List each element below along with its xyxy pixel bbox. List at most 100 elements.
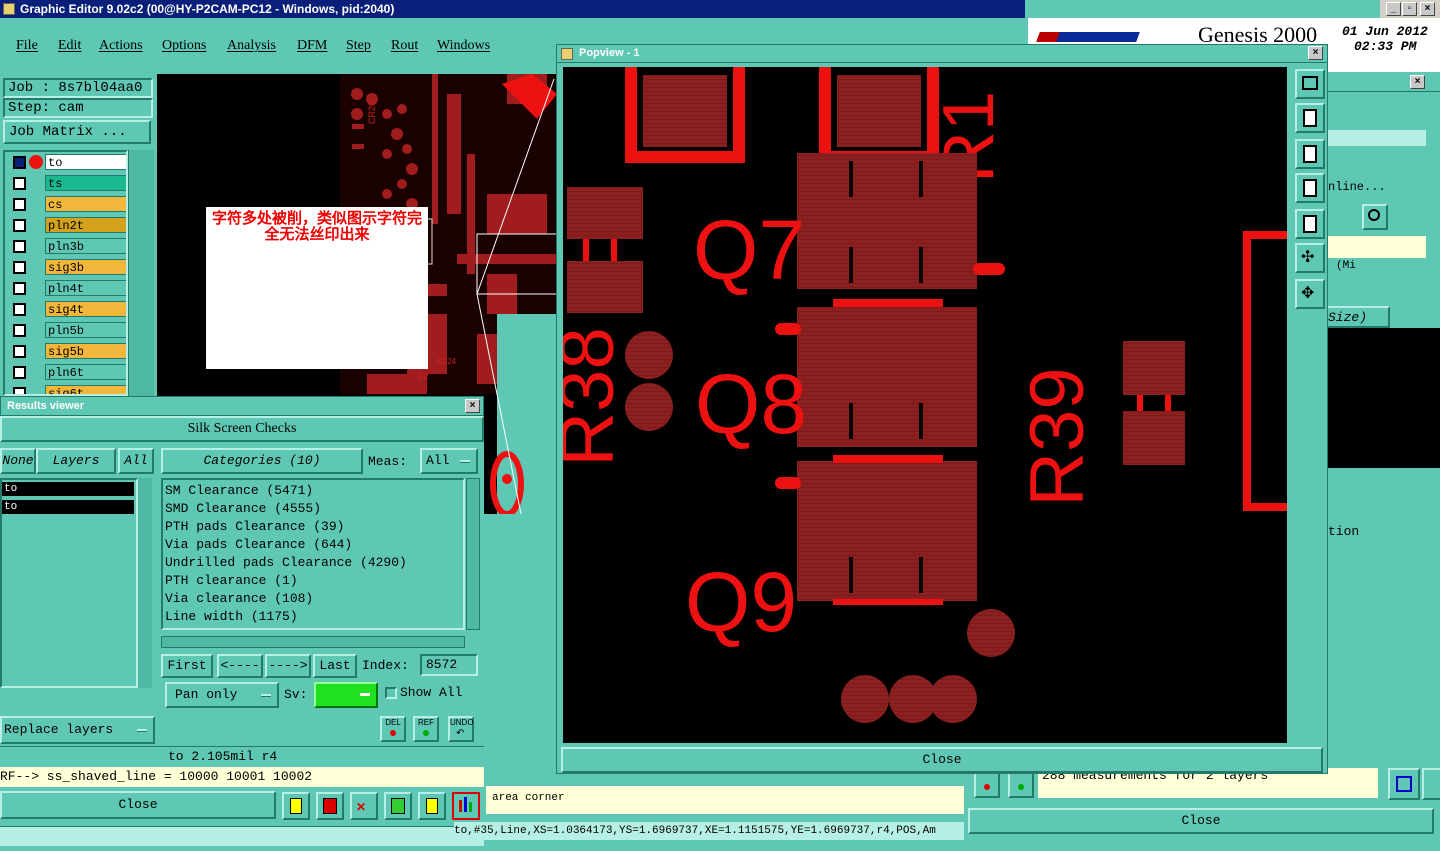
meas-tool-icon-2[interactable] xyxy=(1422,768,1440,800)
layer-checkbox[interactable] xyxy=(13,261,26,274)
tion-label: tion xyxy=(1328,524,1360,539)
layer-checkbox[interactable] xyxy=(13,219,26,232)
sv-color-select[interactable] xyxy=(314,682,378,708)
layer-row[interactable]: sig4t xyxy=(11,301,126,317)
layer-checkbox[interactable] xyxy=(13,366,26,379)
category-item[interactable]: Via clearance (108) xyxy=(165,590,461,608)
layer-checkbox[interactable] xyxy=(13,345,26,358)
menu-step[interactable]: Step xyxy=(346,38,371,54)
menu-analysis[interactable]: Analysis xyxy=(227,38,276,54)
menu-dfm[interactable]: DFM xyxy=(297,38,327,54)
layer-row[interactable]: pln6t xyxy=(11,364,126,380)
close-icon[interactable]: × xyxy=(1420,2,1435,16)
zoom-fit-icon[interactable] xyxy=(1295,69,1325,99)
last-button[interactable]: Last xyxy=(313,654,357,678)
meas-select[interactable]: All xyxy=(420,448,478,474)
meas-del-icon[interactable] xyxy=(974,772,1000,798)
undo-button[interactable]: UNDO ↶ xyxy=(448,716,474,742)
results-close-button[interactable]: Close xyxy=(0,791,276,819)
popview-close-icon[interactable]: × xyxy=(1308,46,1323,60)
category-item[interactable]: SMD Clearance (4555) xyxy=(165,500,461,518)
pan-mode-select[interactable]: Pan only xyxy=(165,682,279,708)
layer-row[interactable]: sig5b xyxy=(11,343,126,359)
layer-result-item[interactable]: to xyxy=(2,500,134,514)
zoom-in-icon[interactable]: ✣ xyxy=(1295,243,1325,273)
layer-row[interactable]: to xyxy=(11,154,126,170)
tool-ref-icon[interactable]: ✕ xyxy=(350,792,378,820)
menu-file[interactable]: File xyxy=(16,38,38,54)
first-button[interactable]: First xyxy=(161,654,213,678)
del-button[interactable]: DEL xyxy=(380,716,406,742)
layer-row[interactable]: ts xyxy=(11,175,126,191)
tool-compare-icon[interactable] xyxy=(384,792,412,820)
tool-report-icon[interactable] xyxy=(418,792,446,820)
tool-exit-icon[interactable] xyxy=(316,792,344,820)
zoom-icon[interactable] xyxy=(1362,204,1388,230)
layer-checkbox[interactable] xyxy=(13,156,26,169)
silk-q9: Q9 xyxy=(685,555,797,649)
layer-checkbox[interactable] xyxy=(13,303,26,316)
job-matrix-button[interactable]: Job Matrix ... xyxy=(3,120,151,144)
replace-layers-select[interactable]: Replace layers xyxy=(0,716,155,744)
menu-edit[interactable]: Edit xyxy=(58,38,81,54)
pan-right-icon[interactable] xyxy=(1295,209,1325,239)
layer-checkbox[interactable] xyxy=(13,198,26,211)
restore-icon[interactable]: ▫ xyxy=(1402,2,1417,16)
category-item[interactable]: SM Clearance (5471) xyxy=(165,482,461,500)
layer-checkbox[interactable] xyxy=(13,387,26,394)
popview-canvas[interactable]: R1 R38 Q7 Q8 Q9 R39 xyxy=(563,67,1287,743)
pan-up-icon[interactable] xyxy=(1295,103,1325,133)
zoom-out-icon[interactable]: ✥ xyxy=(1295,279,1325,309)
index-input[interactable]: 8572 xyxy=(420,654,478,676)
results-close-icon[interactable]: × xyxy=(465,399,480,413)
tool-chart-icon[interactable] xyxy=(452,792,480,820)
tool-bookmark-icon[interactable] xyxy=(282,792,310,820)
tab-all[interactable]: All xyxy=(118,448,154,474)
show-all-checkbox[interactable] xyxy=(385,687,397,699)
layer-row[interactable]: pln2t xyxy=(11,217,126,233)
pan-left-icon[interactable] xyxy=(1295,173,1325,203)
prev-button[interactable]: <---- xyxy=(217,654,263,678)
layer-row[interactable]: pln3b xyxy=(11,238,126,254)
tab-layers[interactable]: Layers xyxy=(36,448,116,474)
category-item[interactable]: PTH pads Clearance (39) xyxy=(165,518,461,536)
categories-hscroll[interactable] xyxy=(161,636,465,648)
menu-options[interactable]: Options xyxy=(162,38,206,54)
categories-vscroll[interactable] xyxy=(466,478,480,630)
meas-tool-icon-1[interactable] xyxy=(1388,768,1420,800)
layer-row[interactable]: sig3b xyxy=(11,259,126,275)
layer-results-list: to to xyxy=(0,478,138,688)
layer-list-scrollbar[interactable] xyxy=(128,150,154,396)
meas-ref-icon[interactable] xyxy=(1008,772,1034,798)
ref-button[interactable]: REF xyxy=(413,716,439,742)
category-item[interactable]: Undrilled pads Clearance (4290) xyxy=(165,554,461,572)
right-close-icon[interactable]: × xyxy=(1410,75,1425,89)
layer-row[interactable]: sig6t xyxy=(11,385,126,394)
layer-checkbox[interactable] xyxy=(13,324,26,337)
layer-row[interactable]: pln4t xyxy=(11,280,126,296)
layer-checkbox[interactable] xyxy=(13,177,26,190)
layer-checkbox[interactable] xyxy=(13,282,26,295)
tab-none[interactable]: None xyxy=(0,448,36,474)
measurement-close-button[interactable]: Close xyxy=(968,808,1434,834)
minimize-icon[interactable]: _ xyxy=(1386,2,1401,16)
menu-actions[interactable]: Actions xyxy=(99,38,143,54)
layer-result-item[interactable]: to xyxy=(2,482,134,496)
layer-checkbox[interactable] xyxy=(13,240,26,253)
layer-row[interactable]: pln5b xyxy=(11,322,126,338)
popview-close-button[interactable]: Close xyxy=(561,747,1323,773)
next-button[interactable]: ----> xyxy=(265,654,311,678)
layer-results-scrollbar[interactable] xyxy=(138,478,152,688)
menu-rout[interactable]: Rout xyxy=(391,38,418,54)
undo-label: UNDO xyxy=(450,718,474,727)
right-panel: × nline... (Mi Size) tion xyxy=(1325,72,1440,772)
category-item[interactable]: PTH clearance (1) xyxy=(165,572,461,590)
category-item[interactable]: Line width (1175) xyxy=(165,608,461,626)
green-dot-icon xyxy=(423,730,429,736)
categories-tab[interactable]: Categories (10) xyxy=(161,448,363,474)
pan-down-icon[interactable] xyxy=(1295,139,1325,169)
menu-windows[interactable]: Windows xyxy=(437,38,490,54)
category-item[interactable]: Via pads Clearance (644) xyxy=(165,536,461,554)
size-label: Size) xyxy=(1328,310,1368,325)
layer-row[interactable]: cs xyxy=(11,196,126,212)
